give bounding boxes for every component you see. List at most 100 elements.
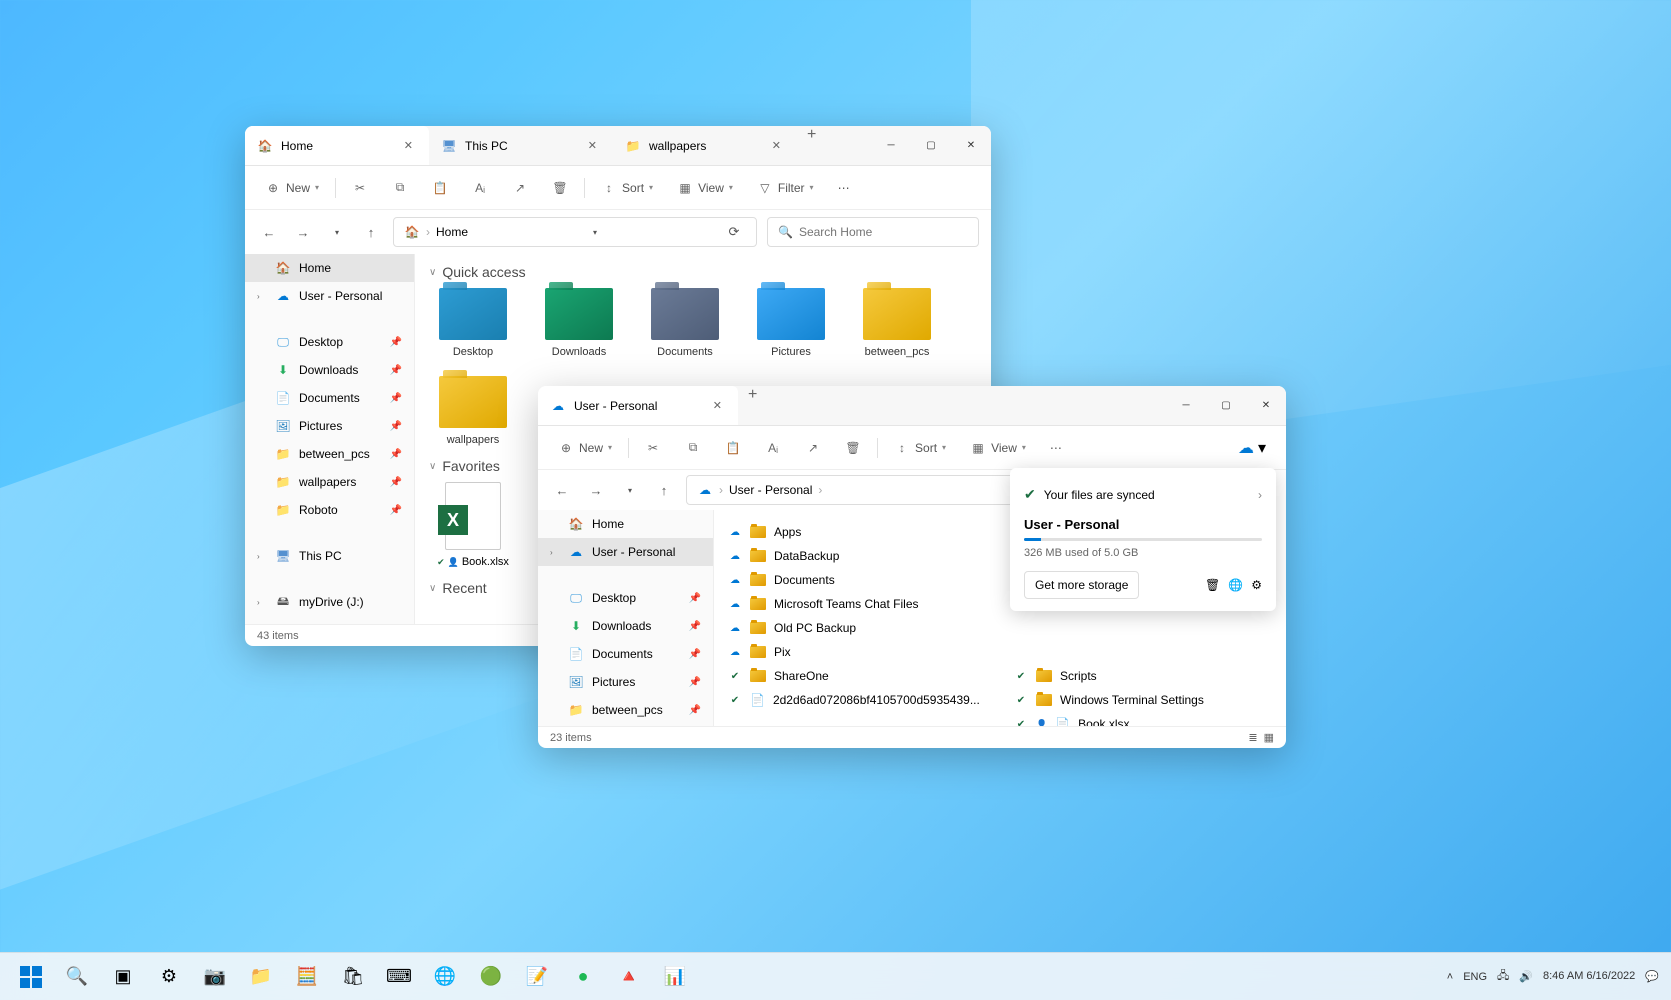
- settings-app[interactable]: ⚙: [150, 958, 188, 996]
- delete-button[interactable]: 🗑: [837, 436, 869, 460]
- file-hash[interactable]: ✔📄2d2d6ad072086bf4105700d5935439...: [718, 688, 996, 712]
- section-quick-access[interactable]: ∨Quick access: [429, 264, 977, 280]
- folder-apps[interactable]: ☁Apps: [718, 520, 996, 544]
- up-button[interactable]: ↑: [652, 478, 676, 502]
- onedrive-status-button[interactable]: ☁▾: [1230, 434, 1274, 462]
- address-bar[interactable]: 🏠 › Home ▾ ⟳: [393, 217, 757, 247]
- chevron-right-icon[interactable]: ›: [550, 548, 560, 557]
- maximize-button[interactable]: ▢: [1206, 386, 1246, 425]
- thumbnails-view-button[interactable]: ▦: [1264, 731, 1274, 744]
- app-15[interactable]: 📊: [656, 958, 694, 996]
- sidebar-between-pcs[interactable]: 📁between_pcs📌: [538, 696, 713, 724]
- new-button[interactable]: ⊕New▾: [257, 176, 327, 200]
- more-button[interactable]: ⋯: [830, 177, 858, 199]
- sidebar-user-personal[interactable]: ›☁User - Personal: [245, 282, 414, 310]
- sidebar-mydrive[interactable]: ›🖴myDrive (J:): [245, 588, 414, 616]
- tray-overflow[interactable]: ˄: [1447, 971, 1453, 983]
- task-view-button[interactable]: ▣: [104, 958, 142, 996]
- add-tab-button[interactable]: +: [738, 386, 767, 425]
- sidebar-wallpapers[interactable]: 📁wallpapers📌: [245, 468, 414, 496]
- calculator-app[interactable]: 🧮: [288, 958, 326, 996]
- chevron-right-icon[interactable]: ›: [257, 598, 267, 607]
- gear-icon[interactable]: ⚙: [1251, 578, 1262, 592]
- close-icon[interactable]: ✕: [400, 139, 417, 152]
- details-view-button[interactable]: ≣: [1248, 731, 1257, 744]
- breadcrumb[interactable]: Home: [436, 225, 468, 239]
- pin-icon[interactable]: 📌: [390, 477, 402, 488]
- file-book-xlsx[interactable]: ✔👤Book.xlsx: [429, 482, 517, 568]
- sidebar-user-personal[interactable]: ›☁User - Personal: [538, 538, 713, 566]
- copy-button[interactable]: ⧉: [677, 436, 709, 460]
- camera-app[interactable]: 📷: [196, 958, 234, 996]
- chevron-right-icon[interactable]: ›: [1258, 488, 1262, 502]
- sidebar-pictures[interactable]: 🖼Pictures📌: [538, 668, 713, 696]
- tray-clock[interactable]: 8:46 AM 6/16/2022: [1543, 969, 1635, 983]
- recent-dropdown[interactable]: ▾: [618, 478, 642, 502]
- sidebar-home[interactable]: 🏠Home: [245, 254, 414, 282]
- cut-button[interactable]: ✂: [637, 436, 669, 460]
- folder-shareone[interactable]: ✔ShareOne: [718, 664, 996, 688]
- sidebar-downloads[interactable]: ⬇Downloads📌: [538, 612, 713, 640]
- rename-button[interactable]: Aᵢ: [464, 176, 496, 200]
- search-box[interactable]: 🔍: [767, 217, 979, 247]
- view-button[interactable]: ▦View▾: [962, 436, 1034, 460]
- folder-downloads[interactable]: Downloads: [535, 288, 623, 358]
- sync-status-row[interactable]: ✔ Your files are synced ›: [1024, 480, 1262, 509]
- delete-button[interactable]: 🗑: [544, 176, 576, 200]
- chevron-right-icon[interactable]: ›: [257, 552, 267, 561]
- search-input[interactable]: [799, 225, 968, 239]
- sidebar-downloads[interactable]: ⬇Downloads📌: [245, 356, 414, 384]
- explorer-app[interactable]: 📁: [242, 958, 280, 996]
- pin-icon[interactable]: 📌: [689, 705, 701, 716]
- forward-button[interactable]: →: [584, 478, 608, 502]
- pin-icon[interactable]: 📌: [689, 621, 701, 632]
- folder-terminal-settings[interactable]: ✔Windows Terminal Settings: [1004, 688, 1282, 712]
- folder-pix[interactable]: ☁Pix: [718, 640, 996, 664]
- up-button[interactable]: ↑: [359, 220, 383, 244]
- tab-wallpapers[interactable]: 📁 wallpapers ✕: [613, 126, 797, 165]
- recycle-bin-icon[interactable]: 🗑: [1205, 578, 1220, 592]
- folder-desktop[interactable]: Desktop: [429, 288, 517, 358]
- get-more-storage-button[interactable]: Get more storage: [1024, 571, 1139, 599]
- pin-icon[interactable]: 📌: [689, 593, 701, 604]
- pin-icon[interactable]: 📌: [390, 393, 402, 404]
- folder-databackup[interactable]: ☁DataBackup: [718, 544, 996, 568]
- back-button[interactable]: ←: [550, 478, 574, 502]
- copy-button[interactable]: ⧉: [384, 176, 416, 200]
- tray-network-icon[interactable]: 🖧: [1497, 967, 1509, 986]
- pin-icon[interactable]: 📌: [390, 505, 402, 516]
- tray-lang[interactable]: ENG: [1463, 971, 1487, 983]
- close-icon[interactable]: ✕: [709, 399, 726, 412]
- close-button[interactable]: ✕: [1246, 386, 1286, 425]
- edge-app[interactable]: 🌐: [426, 958, 464, 996]
- folder-old-pc-backup[interactable]: ☁Old PC Backup: [718, 616, 996, 640]
- new-button[interactable]: ⊕New▾: [550, 436, 620, 460]
- app-14[interactable]: 🔺: [610, 958, 648, 996]
- add-tab-button[interactable]: +: [797, 126, 826, 165]
- view-button[interactable]: ▦View▾: [669, 176, 741, 200]
- pin-icon[interactable]: 📌: [390, 421, 402, 432]
- sidebar-this-pc[interactable]: ›🖥This PC: [245, 542, 414, 570]
- share-button[interactable]: ↗: [797, 436, 829, 460]
- sidebar-roboto[interactable]: 📁Roboto📌: [245, 496, 414, 524]
- paste-button[interactable]: 📋: [717, 436, 749, 460]
- file-book-xlsx[interactable]: ✔👤📄Book.xlsx: [1004, 712, 1282, 726]
- chevron-right-icon[interactable]: ›: [257, 292, 267, 301]
- back-button[interactable]: ←: [257, 220, 281, 244]
- sort-button[interactable]: ↕Sort▾: [593, 176, 661, 200]
- dropdown-icon[interactable]: ▾: [583, 220, 607, 244]
- folder-scripts[interactable]: ✔Scripts: [1004, 664, 1282, 688]
- start-button[interactable]: [12, 958, 50, 996]
- folder-between-pcs[interactable]: between_pcs: [853, 288, 941, 358]
- sidebar-documents[interactable]: 📄Documents📌: [538, 640, 713, 668]
- sidebar-between-pcs[interactable]: 📁between_pcs📌: [245, 440, 414, 468]
- pin-icon[interactable]: 📌: [390, 449, 402, 460]
- pin-icon[interactable]: 📌: [689, 649, 701, 660]
- refresh-button[interactable]: ⟳: [722, 220, 746, 244]
- sidebar-desktop[interactable]: 🖵Desktop📌: [245, 328, 414, 356]
- edge-dev-app[interactable]: 🟢: [472, 958, 510, 996]
- sidebar-home[interactable]: 🏠Home: [538, 510, 713, 538]
- notepad-app[interactable]: 📝: [518, 958, 556, 996]
- sidebar-pictures[interactable]: 🖼Pictures📌: [245, 412, 414, 440]
- terminal-app[interactable]: ⌨: [380, 958, 418, 996]
